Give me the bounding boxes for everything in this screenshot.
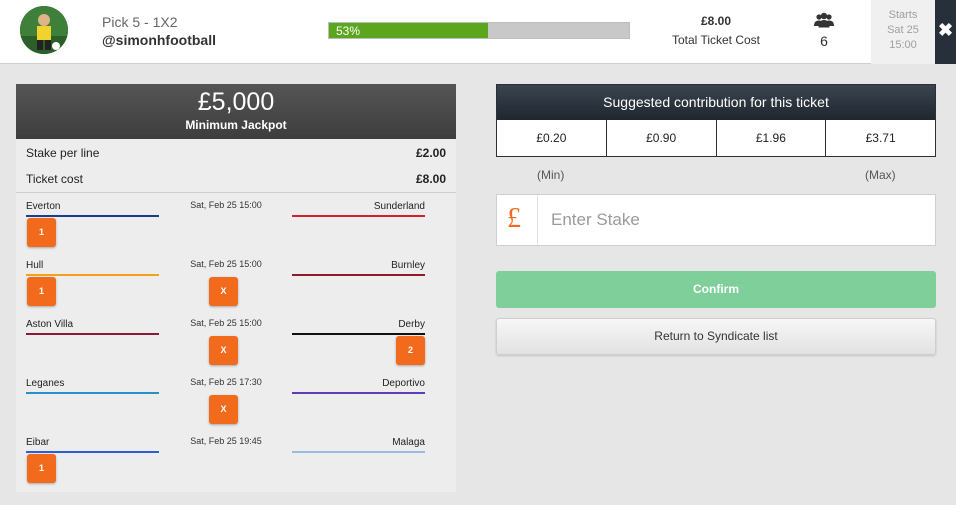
home-team: Everton (26, 201, 159, 217)
match-date: Sat, Feb 25 15:00 (190, 200, 262, 210)
jackpot-label: Minimum Jackpot (185, 118, 287, 132)
home-team: Eibar (26, 437, 159, 453)
members-count: 6 (820, 33, 828, 49)
progress-percent: 53% (336, 24, 361, 38)
suggested-amount-2[interactable]: £0.90 (607, 120, 717, 156)
match-row: Leganes Sat, Feb 25 17:30 Deportivo X (16, 370, 456, 429)
match-date: Sat, Feb 25 19:45 (190, 436, 262, 446)
total-ticket-cost-label: Total Ticket Cost (671, 33, 761, 47)
selection-button-home[interactable]: 1 (27, 454, 56, 483)
divider (537, 195, 538, 245)
match-list: Everton Sat, Feb 25 15:00 Sunderland 1 Hull S… (16, 193, 456, 488)
selection-button-draw[interactable]: X (209, 277, 238, 306)
selection-button-home[interactable]: 1 (27, 277, 56, 306)
pound-icon: £ (507, 203, 521, 234)
ticket-cost-row: Ticket cost £8.00 (16, 165, 456, 191)
selection-button-away[interactable]: 2 (396, 336, 425, 365)
return-to-syndicate-list-button[interactable]: Return to Syndicate list (496, 318, 936, 355)
min-label: (Min) (537, 168, 565, 182)
confirm-button[interactable]: Confirm (496, 271, 936, 308)
close-icon: ✖ (937, 20, 954, 40)
avatar (20, 6, 68, 54)
match-row: Hull Sat, Feb 25 15:00 Burnley 1 X (16, 252, 456, 311)
total-ticket-cost-value: £8.00 (700, 14, 732, 28)
match-date: Sat, Feb 25 15:00 (190, 318, 262, 328)
selection-button-draw[interactable]: X (209, 336, 238, 365)
selection-button-home[interactable]: 1 (27, 218, 56, 247)
jackpot-amount: £5,000 (197, 88, 275, 116)
syndicate-username: @simonhfootball (102, 32, 216, 48)
funding-progress-bar: 53% (328, 22, 630, 39)
away-team: Malaga (292, 437, 425, 453)
pick-title: Pick 5 - 1X2 (102, 14, 178, 30)
stake-input[interactable] (551, 205, 921, 235)
suggested-contribution-title: Suggested contribution for this ticket (497, 85, 935, 120)
suggested-amount-1[interactable]: £0.20 (497, 120, 607, 156)
suggested-amount-4[interactable]: £3.71 (826, 120, 935, 156)
match-row: Aston Villa Sat, Feb 25 15:00 Derby X 2 (16, 311, 456, 370)
away-team: Deportivo (292, 378, 425, 394)
away-team: Derby (292, 319, 425, 335)
starts-label: Starts (888, 9, 918, 21)
stake-per-line-label: Stake per line (26, 146, 100, 160)
ticket-cost-value: £8.00 (415, 172, 446, 186)
selection-button-draw[interactable]: X (209, 395, 238, 424)
starts-time: 15:00 (889, 39, 917, 51)
match-row: Everton Sat, Feb 25 15:00 Sunderland 1 (16, 193, 456, 252)
people-icon (814, 12, 834, 28)
jackpot-banner: £5,000 Minimum Jackpot (16, 84, 456, 139)
stake-per-line-value: £2.00 (415, 146, 446, 160)
suggested-contribution-table: Suggested contribution for this ticket £… (496, 84, 936, 157)
start-time-box: Starts Sat 25 15:00 (871, 0, 935, 64)
away-team: Sunderland (292, 201, 425, 217)
home-team: Leganes (26, 378, 159, 394)
stake-field: £ (496, 194, 936, 246)
ticket-cost-label: Ticket cost (26, 172, 83, 186)
close-button[interactable]: ✖ (935, 0, 956, 64)
ticket-panel: £5,000 Minimum Jackpot Stake per line £2… (16, 84, 456, 492)
match-row: Eibar Sat, Feb 25 19:45 Malaga 1 (16, 429, 456, 488)
match-date: Sat, Feb 25 15:00 (190, 259, 262, 269)
home-team: Hull (26, 260, 159, 276)
max-label: (Max) (865, 168, 896, 182)
suggested-amounts: £0.20 £0.90 £1.96 £3.71 (497, 120, 935, 156)
match-date: Sat, Feb 25 17:30 (190, 377, 262, 387)
home-team: Aston Villa (26, 319, 159, 335)
ticket-header: Pick 5 - 1X2 @simonhfootball 53% £8.00 T… (0, 0, 956, 64)
stake-per-line-row: Stake per line £2.00 (16, 139, 456, 165)
away-team: Burnley (292, 260, 425, 276)
starts-date: Sat 25 (887, 24, 919, 36)
suggested-amount-3[interactable]: £1.96 (717, 120, 827, 156)
